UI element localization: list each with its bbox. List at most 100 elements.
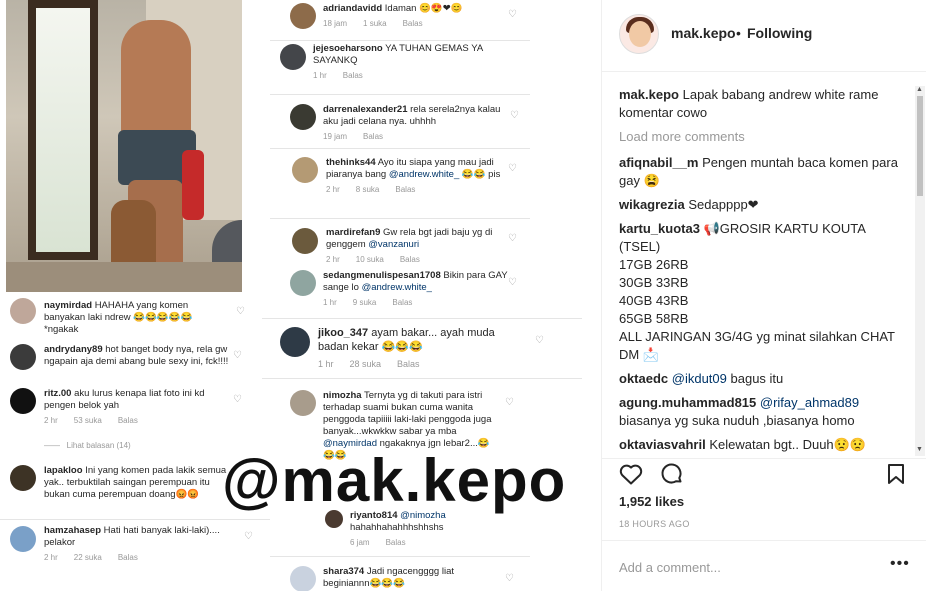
scroll-down-arrow-icon[interactable]: ▼ [916, 446, 923, 453]
photo-red-cloth [182, 150, 204, 220]
comment: afiqnabil__m Pengen muntah baca komen pa… [619, 154, 901, 190]
photo-window [28, 0, 98, 260]
image-comment: riyanto814 @nimozha hahahhahahhhshhshs 6… [350, 510, 446, 547]
avatar [290, 390, 316, 416]
add-comment-bar: Add a comment... ••• [602, 540, 926, 591]
image-comment: darrenalexander21 rela serela2nya kalau … [323, 104, 501, 141]
image-comment: naymirdad HAHAHA yang komen banyakan lak… [44, 300, 193, 335]
avatar [10, 388, 36, 414]
comment-bubble-icon[interactable] [659, 461, 685, 487]
view-replies-link: —— Lihat balasan (14) [44, 441, 131, 450]
comment-text-line: 40GB 43RB [619, 293, 689, 308]
comment-text: Kelewatan bgt.. Duuh😟😟 [709, 437, 867, 452]
image-comment: adriandavidd Idaman 😊😍❤😊 18 jam 1 suka Bal… [323, 3, 463, 28]
post-photo [6, 0, 242, 292]
comment-text-line: ALL JARINGAN 3G/4G yg minat silahkan CHA… [619, 329, 895, 362]
heart-outline-icon: ♡ [244, 531, 253, 542]
avatar [292, 228, 318, 254]
load-more-comments-button[interactable]: Load more comments [619, 128, 901, 146]
divider [262, 318, 582, 319]
avatar [10, 526, 36, 552]
image-comment: sedangmenulispesan1708 Bikin para GAY sa… [323, 270, 508, 307]
comment: wikagrezia Sedapppp❤ [619, 196, 901, 214]
heart-outline-icon: ♡ [508, 163, 517, 174]
bookmark-icon[interactable] [883, 461, 909, 487]
comment-mention[interactable]: @ikdut09 [672, 371, 727, 386]
post-header: mak.kepo • Following [602, 0, 926, 72]
divider [270, 94, 530, 95]
heart-icon[interactable] [618, 461, 644, 487]
heart-outline-icon: ♡ [508, 233, 517, 244]
divider [0, 519, 270, 520]
separator-dot: • [736, 25, 741, 41]
comment-username[interactable]: oktaedc [619, 371, 668, 386]
avatar [10, 465, 36, 491]
watermark-text: @mak.kepo [222, 447, 567, 514]
comment-text: biasanya yg suka nuduh ,biasanya homo [619, 413, 855, 428]
following-button[interactable]: Following [747, 25, 812, 41]
comment-text: Sedapppp❤ [688, 197, 759, 212]
comment: agung.muhammad815 @rifay_ahmad89 biasany… [619, 394, 901, 430]
image-comment: andrydany89 hot banget body nya, rela gw… [44, 344, 229, 367]
scroll-up-arrow-icon[interactable]: ▲ [916, 86, 923, 93]
heart-outline-icon: ♡ [233, 350, 242, 361]
comment: oktaviasvahril Kelewatan bgt.. Duuh😟😟 [619, 436, 901, 454]
comment-text-line: 65GB 58RB [619, 311, 689, 326]
post-sidebar: mak.kepo • Following mak.kepo Lapak baba… [601, 0, 926, 591]
avatar [280, 44, 306, 70]
scrollbar-thumb[interactable] [917, 96, 923, 196]
avatar [290, 270, 316, 296]
comment-username[interactable]: kartu_kuota3 [619, 221, 700, 236]
caption-username[interactable]: mak.kepo [619, 87, 679, 102]
comment-username[interactable]: oktaviasvahril [619, 437, 706, 452]
heart-outline-icon: ♡ [535, 335, 544, 346]
post-timestamp: 18 HOURS AGO [619, 519, 690, 529]
comment: kartu_kuota3 📢GROSIR KARTU KOUTA (TSEL) … [619, 220, 901, 364]
heart-outline-icon: ♡ [505, 397, 514, 408]
comment-mention[interactable]: @rifay_ahmad89 [760, 395, 859, 410]
caption: mak.kepo Lapak babang andrew white rame … [619, 86, 901, 122]
divider [270, 218, 530, 219]
profile-username[interactable]: mak.kepo [671, 25, 736, 41]
comments-list[interactable]: mak.kepo Lapak babang andrew white rame … [619, 86, 901, 456]
image-comment: hamzahasep Hati hati banyak laki-laki)..… [44, 525, 220, 562]
image-comment: lapakloo Ini yang komen pada lakik semua… [44, 465, 227, 500]
avatar [292, 157, 318, 183]
avatar [290, 104, 316, 130]
image-comment: jejesoeharsono YA TUHAN GEMAS YA SAYANKQ… [313, 43, 483, 80]
comment-input[interactable]: Add a comment... [619, 560, 721, 575]
image-comment: shara374 Jadi ngacengggg liat beginiannn… [323, 566, 454, 589]
photo-floor [6, 262, 242, 292]
avatar [10, 298, 36, 324]
heart-outline-icon: ♡ [505, 573, 514, 584]
divider [270, 148, 530, 149]
comment-text-line: 17GB 26RB [619, 257, 689, 272]
divider [262, 378, 582, 379]
heart-outline-icon: ♡ [508, 277, 517, 288]
comment-text: bagus itu [730, 371, 784, 386]
comment: oktaedc @ikdut09 bagus itu [619, 370, 901, 388]
action-bar-divider [602, 458, 926, 460]
image-comment: jikoo_347 ayam bakar... ayah muda badan … [318, 327, 495, 369]
heart-outline-icon: ♡ [233, 394, 242, 405]
comment-username[interactable]: wikagrezia [619, 197, 685, 212]
heart-outline-icon: ♡ [508, 9, 517, 20]
avatar [10, 344, 36, 370]
divider [270, 40, 530, 41]
more-options-icon[interactable]: ••• [890, 555, 910, 573]
comments-scrollbar[interactable]: ▲ ▼ [915, 86, 925, 456]
comment-username[interactable]: afiqnabil__m [619, 155, 698, 170]
comment-text-line: 30GB 33RB [619, 275, 689, 290]
image-comment: mardirefan9 Gw rela bgt jadi baju yg di … [326, 227, 493, 264]
avatar [290, 566, 316, 591]
like-count[interactable]: 1,952 likes [619, 494, 684, 509]
image-comment: ritz.00 aku lurus kenapa liat foto ini k… [44, 388, 205, 425]
divider [270, 556, 530, 557]
avatar [280, 327, 310, 357]
comment-username[interactable]: agung.muhammad815 [619, 395, 756, 410]
avatar [290, 3, 316, 29]
heart-outline-icon: ♡ [236, 306, 245, 317]
image-comment: thehinks44 Ayo itu siapa yang mau jadi p… [326, 157, 501, 194]
profile-avatar[interactable] [619, 14, 659, 54]
post-image[interactable]: naymirdad HAHAHA yang komen banyakan lak… [0, 0, 601, 591]
